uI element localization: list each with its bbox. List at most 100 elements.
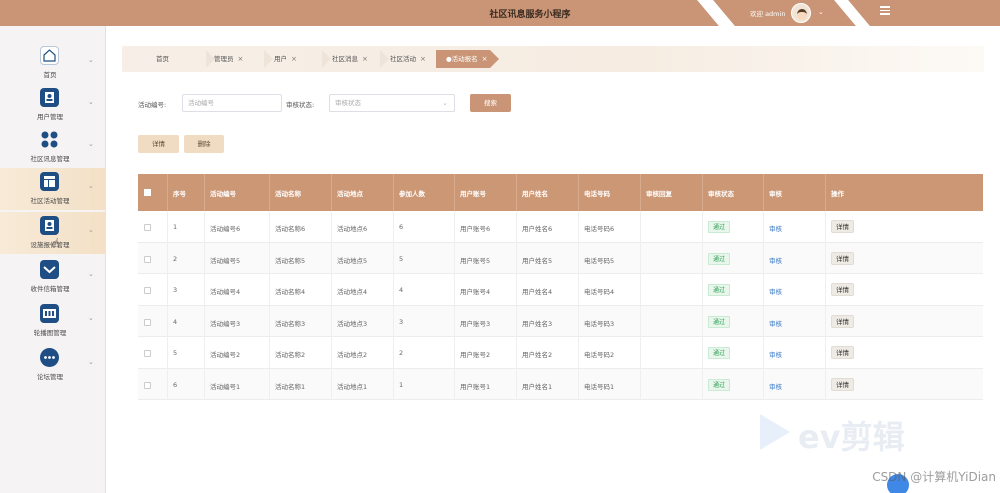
table-row[interactable]: 6 活动编号1 活动名称1 活动地点1 1 用户账号1 用户姓名1 电话号码1 通过 审核 详情 bbox=[138, 368, 983, 401]
column-header[interactable]: 审核回复 bbox=[641, 174, 703, 211]
column-header[interactable]: 序号 bbox=[168, 174, 205, 211]
breadcrumb-item[interactable]: 管理员 × bbox=[204, 50, 273, 68]
table-row[interactable]: 1 活动编号6 活动名称6 活动地点6 6 用户账号6 用户姓名6 电话号码6 通过 审核 详情 bbox=[138, 211, 983, 243]
cell-status: 通过 bbox=[703, 274, 764, 306]
sidebar-item-carousel[interactable]: 轮播图管理 ⌄ bbox=[0, 300, 106, 342]
cell-place: 活动地点2 bbox=[332, 337, 394, 369]
row-checkbox[interactable] bbox=[144, 318, 151, 326]
row-checkbox[interactable] bbox=[144, 381, 151, 389]
close-icon[interactable]: × bbox=[362, 55, 368, 63]
mail-icon bbox=[40, 260, 59, 279]
audit-link[interactable]: 审核 bbox=[769, 225, 782, 233]
column-header[interactable]: 审核状态 bbox=[703, 174, 764, 211]
table-row[interactable]: 4 活动编号3 活动名称3 活动地点3 3 用户账号3 用户姓名3 电话号码3 通过 审核 详情 bbox=[138, 305, 983, 338]
cell-code: 活动编号3 bbox=[205, 305, 270, 337]
detail-button[interactable]: 详情 bbox=[138, 135, 179, 153]
cell-audit: 审核 bbox=[764, 305, 826, 337]
cell-reply bbox=[641, 337, 703, 369]
table-row[interactable]: 3 活动编号4 活动名称4 活动地点4 4 用户账号4 用户姓名4 电话号码4 通过 审核 详情 bbox=[138, 274, 983, 306]
ev-watermark: ev剪辑 bbox=[760, 410, 960, 456]
close-icon[interactable]: × bbox=[238, 55, 244, 63]
sidebar-item-community-activity[interactable]: 社区活动管理 ⌄ bbox=[0, 168, 106, 210]
row-select-cell bbox=[138, 305, 168, 337]
audit-link[interactable]: 审核 bbox=[769, 288, 782, 296]
row-checkbox[interactable] bbox=[144, 287, 151, 294]
sidebar-item-community-news[interactable]: 社区讯息管理 ⌄ bbox=[0, 126, 106, 168]
row-checkbox[interactable] bbox=[144, 255, 151, 263]
column-header[interactable]: 参加人数 bbox=[394, 174, 455, 211]
audit-link[interactable]: 审核 bbox=[769, 257, 782, 265]
cell-operation: 详情 bbox=[826, 306, 983, 338]
row-detail-button[interactable]: 详情 bbox=[831, 314, 854, 328]
data-table: 序号 活动编号 活动名称 活动地点 参加人数 用户账号 用户姓名 电话号码 审核… bbox=[138, 174, 983, 400]
welcome-text: 欢迎 admin bbox=[750, 10, 786, 18]
sidebar-item-home[interactable]: 首页 ⌄ bbox=[0, 42, 106, 84]
cell-code: 活动编号1 bbox=[205, 368, 270, 400]
cell-account: 用户账号3 bbox=[455, 305, 517, 337]
cell-code: 活动编号4 bbox=[205, 274, 270, 306]
breadcrumb-item[interactable]: 首页 bbox=[126, 50, 215, 68]
avatar[interactable] bbox=[791, 3, 811, 23]
close-icon[interactable]: × bbox=[291, 55, 297, 63]
breadcrumb-item[interactable]: 社区活动 × bbox=[378, 50, 447, 68]
row-select-cell bbox=[138, 368, 168, 400]
close-icon[interactable]: × bbox=[482, 55, 488, 63]
close-icon[interactable]: × bbox=[420, 55, 426, 63]
table-row[interactable]: 2 活动编号5 活动名称5 活动地点5 5 用户账号5 用户姓名5 电话号码5 通过 审核 详情 bbox=[138, 242, 983, 275]
row-detail-button[interactable]: 详情 bbox=[831, 377, 854, 391]
cell-no: 3 bbox=[168, 274, 205, 306]
sidebar-item-mailbox[interactable]: 收件信箱管理 ⌄ bbox=[0, 256, 106, 298]
column-header[interactable]: 活动名称 bbox=[270, 174, 332, 211]
grid-icon bbox=[40, 130, 59, 149]
chevron-down-icon: ⌄ bbox=[88, 226, 94, 234]
row-detail-button[interactable]: 详情 bbox=[831, 346, 854, 359]
cell-place: 活动地点1 bbox=[332, 368, 394, 400]
image-icon bbox=[40, 304, 59, 323]
delete-button[interactable]: 删除 bbox=[184, 135, 224, 153]
table-row[interactable]: 5 活动编号2 活动名称2 活动地点2 2 用户账号2 用户姓名2 电话号码2 通过 审核 详情 bbox=[138, 337, 983, 369]
cell-phone: 电话号码3 bbox=[579, 305, 641, 337]
audit-link[interactable]: 审核 bbox=[769, 320, 782, 328]
home-icon bbox=[40, 46, 59, 65]
breadcrumb-item[interactable]: 用户 × bbox=[262, 50, 331, 68]
audit-status-select[interactable]: 审核状态 ⌄ bbox=[329, 94, 455, 112]
column-header[interactable]: 用户姓名 bbox=[517, 174, 579, 211]
cell-operation: 详情 bbox=[826, 243, 983, 275]
user-card-icon bbox=[40, 216, 59, 235]
activity-no-input[interactable]: 活动编号 bbox=[182, 94, 282, 112]
cell-name: 活动名称1 bbox=[270, 368, 332, 400]
cell-no: 6 bbox=[168, 368, 205, 400]
row-checkbox[interactable] bbox=[144, 224, 151, 231]
sidebar-item-forum[interactable]: 论坛管理 ⌄ bbox=[0, 344, 106, 386]
cell-code: 活动编号5 bbox=[205, 242, 270, 274]
row-detail-button[interactable]: 详情 bbox=[831, 251, 854, 265]
audit-link[interactable]: 审核 bbox=[769, 383, 782, 391]
select-all-checkbox[interactable] bbox=[144, 189, 151, 196]
column-header[interactable]: 活动编号 bbox=[205, 174, 270, 211]
breadcrumb-item-active[interactable]: ●活动报名 × bbox=[436, 50, 499, 68]
status-badge: 通过 bbox=[708, 284, 731, 296]
cell-operation: 详情 bbox=[826, 369, 983, 401]
row-detail-button[interactable]: 详情 bbox=[831, 283, 854, 296]
chevron-down-icon[interactable]: ⌄ bbox=[818, 8, 824, 16]
menu-icon[interactable] bbox=[880, 6, 890, 16]
column-header[interactable]: 审核 bbox=[764, 174, 826, 211]
status-badge: 通过 bbox=[708, 347, 731, 359]
sidebar-item-users[interactable]: 用户管理 ⌄ bbox=[0, 84, 106, 126]
chevron-down-icon: ⌄ bbox=[88, 270, 94, 278]
column-header[interactable]: 用户账号 bbox=[455, 174, 517, 211]
cell-status: 通过 bbox=[703, 305, 764, 337]
cell-name: 活动名称6 bbox=[270, 211, 332, 243]
search-button[interactable]: 搜索 bbox=[470, 94, 511, 112]
breadcrumb-item[interactable]: 社区消息 × bbox=[320, 50, 389, 68]
row-detail-button[interactable]: 详情 bbox=[831, 220, 854, 233]
column-header[interactable]: 操作 bbox=[826, 174, 983, 211]
sidebar-item-label: 论坛管理 bbox=[37, 373, 63, 381]
play-icon bbox=[760, 414, 790, 450]
audit-link[interactable]: 审核 bbox=[769, 351, 782, 359]
row-checkbox[interactable] bbox=[144, 350, 151, 357]
status-badge: 通过 bbox=[708, 378, 731, 391]
cell-phone: 电话号码6 bbox=[579, 211, 641, 243]
column-header[interactable]: 活动地点 bbox=[332, 174, 394, 211]
column-header[interactable]: 电话号码 bbox=[579, 174, 641, 211]
